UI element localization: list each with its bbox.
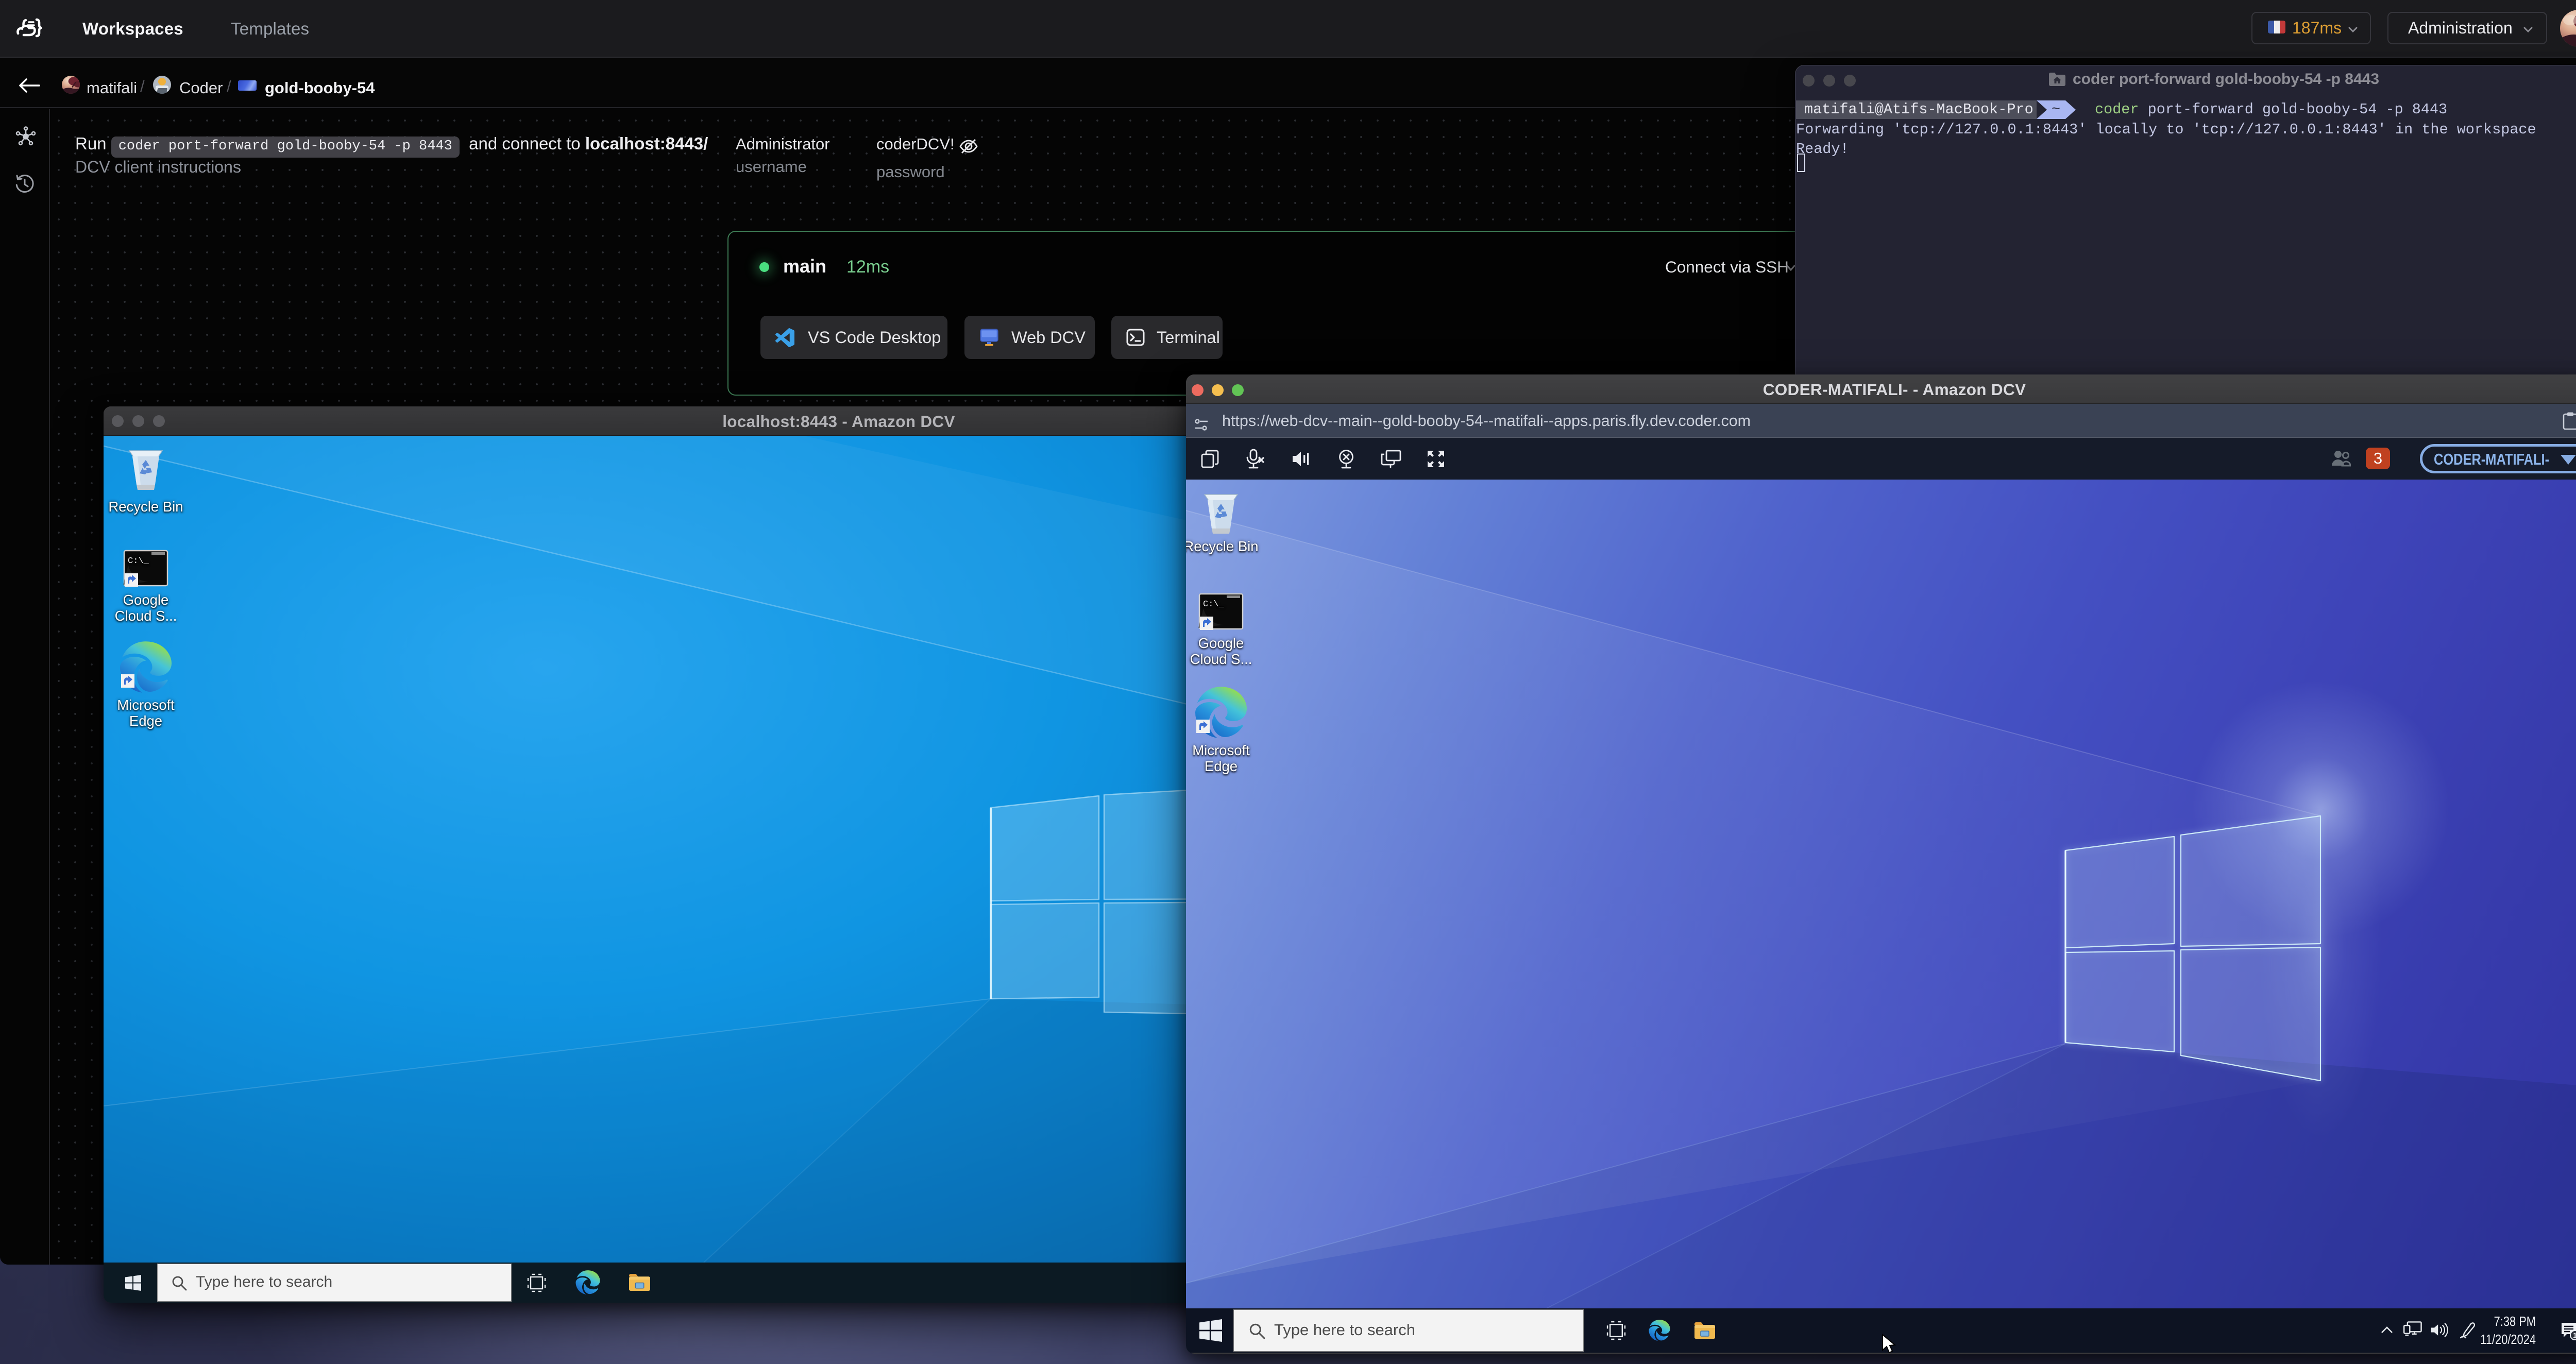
svg-text:C:\_: C:\_ [128, 556, 149, 566]
svg-text:C:\_: C:\_ [1203, 600, 1225, 609]
svg-text:1: 1 [2573, 1331, 2576, 1339]
